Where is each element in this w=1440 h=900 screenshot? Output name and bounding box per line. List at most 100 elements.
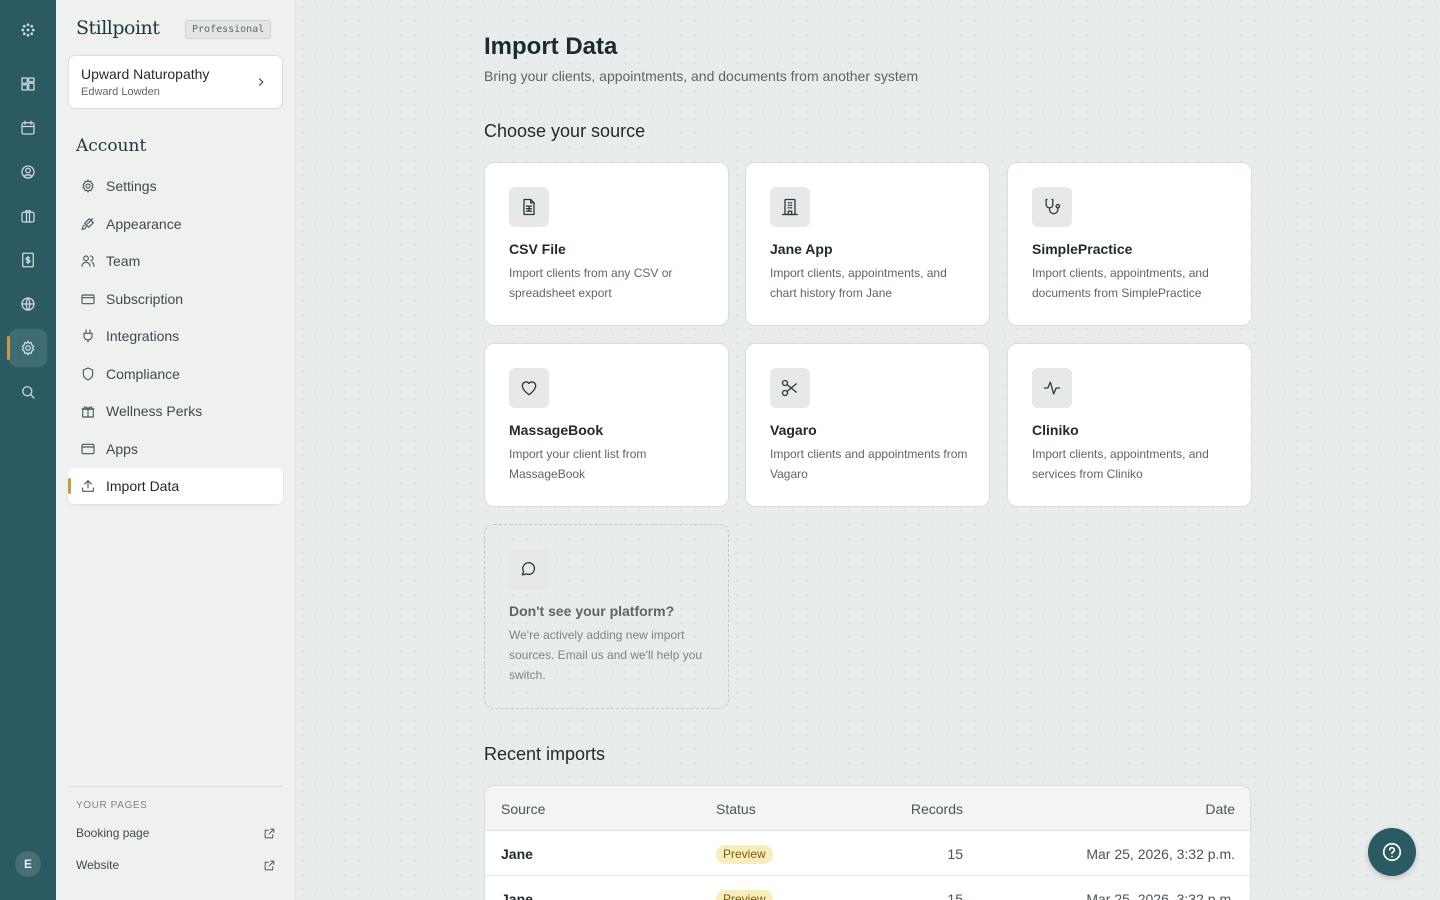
brand-name: Stillpoint: [76, 17, 160, 39]
source-card-massagebook[interactable]: MassageBook Import your client list from…: [484, 343, 729, 507]
source-card-cliniko[interactable]: Cliniko Import clients, appointments, an…: [1007, 343, 1252, 507]
status-badge: Preview: [716, 890, 773, 900]
row-date: Mar 25, 2026, 3:32 p.m.: [1086, 846, 1235, 862]
card-title: Cliniko: [1032, 422, 1079, 438]
upload-icon: [82, 480, 94, 492]
card-description: Import clients and appointments from Vag…: [770, 447, 968, 481]
card-title: Vagaro: [770, 422, 817, 438]
column-header-source: Source: [501, 801, 546, 817]
practice-owner: Edward Lowden: [81, 86, 160, 98]
icon-rail: E: [0, 0, 56, 900]
divider: [68, 786, 283, 787]
calendar-icon[interactable]: [9, 109, 47, 147]
activity-icon: [1032, 368, 1072, 408]
settings-icon[interactable]: [7, 329, 47, 367]
table-header: Source Status Records Date: [485, 786, 1250, 831]
website-link[interactable]: Website: [76, 855, 276, 875]
gear-icon: [82, 179, 94, 193]
column-header-date: Date: [1205, 801, 1235, 817]
search-icon[interactable]: [9, 373, 47, 411]
services-icon[interactable]: [9, 197, 47, 235]
card-description: Import clients from any CSV or spreadshe…: [509, 266, 673, 300]
request-platform-card: Don't see your platform? We're actively …: [484, 524, 729, 709]
card-title: SimplePractice: [1032, 241, 1133, 257]
status-badge: Preview: [716, 845, 773, 864]
external-link-icon: [264, 828, 275, 838]
heart-icon: [509, 368, 549, 408]
building-icon: [770, 187, 810, 227]
billing-icon[interactable]: [9, 241, 47, 279]
dashboard-icon[interactable]: [9, 65, 47, 103]
table-row[interactable]: Jane Preview 15 Mar 25, 2026, 3:32 p.m.: [485, 876, 1250, 900]
row-date: Mar 25, 2026, 3:32 p.m.: [1086, 891, 1235, 900]
nav-item-compliance[interactable]: Compliance: [68, 356, 283, 392]
nav-item-settings[interactable]: Settings: [68, 168, 283, 204]
practice-switcher[interactable]: Upward Naturopathy Edward Lowden: [68, 55, 283, 109]
card-icon: [81, 294, 95, 305]
recent-imports-table: Source Status Records Date Jane Preview …: [484, 785, 1251, 900]
card-description: Import clients, appointments, and chart …: [770, 266, 947, 300]
page-link-label: Booking page: [76, 826, 150, 840]
card-description: Import your client list from MassageBook: [509, 447, 647, 481]
practice-name: Upward Naturopathy: [81, 66, 210, 82]
stethoscope-icon: [1032, 187, 1072, 227]
plug-icon: [83, 329, 93, 343]
source-card-jane[interactable]: Jane App Import clients, appointments, a…: [745, 162, 990, 326]
card-description: Import clients, appointments, and servic…: [1032, 447, 1209, 481]
table-row[interactable]: Jane Preview 15 Mar 25, 2026, 3:32 p.m.: [485, 831, 1250, 876]
row-source: Jane: [501, 846, 533, 862]
main-content: Import Data Bring your clients, appointm…: [296, 0, 1440, 900]
card-description: Import clients, appointments, and docume…: [1032, 266, 1209, 300]
logo-icon[interactable]: [9, 11, 47, 49]
nav-item-wellness-perks[interactable]: Wellness Perks: [68, 393, 283, 429]
choose-source-heading: Choose your source: [484, 121, 646, 141]
nav-item-import-data[interactable]: Import Data: [68, 468, 283, 504]
brush-icon: [81, 218, 94, 230]
page-subtitle: Bring your clients, appointments, and do…: [484, 68, 919, 84]
nav-item-label: Compliance: [106, 366, 180, 382]
recent-imports-heading: Recent imports: [484, 744, 606, 764]
card-title: MassageBook: [509, 422, 604, 438]
help-button[interactable]: [1368, 828, 1416, 876]
nav-item-label: Apps: [106, 441, 138, 457]
source-card-vagaro[interactable]: Vagaro Import clients and appointments f…: [745, 343, 990, 507]
help-icon: [1382, 842, 1402, 862]
booking-page-link[interactable]: Booking page: [76, 823, 276, 843]
page-title: Import Data: [484, 33, 618, 60]
website-icon[interactable]: [9, 285, 47, 323]
card-title: Jane App: [770, 241, 833, 257]
nav-item-label: Subscription: [106, 291, 184, 307]
card-title: CSV File: [509, 241, 566, 257]
nav-item-integrations[interactable]: Integrations: [68, 318, 283, 354]
nav-item-team[interactable]: Team: [68, 243, 283, 279]
source-card-simplepractice[interactable]: SimplePractice Import clients, appointme…: [1007, 162, 1252, 326]
file-icon: [509, 187, 549, 227]
section-title: Account: [76, 136, 147, 156]
plan-badge: Professional: [185, 20, 272, 39]
source-card-csv[interactable]: CSV File Import clients from any CSV or …: [484, 162, 729, 326]
your-pages-label: YOUR PAGES: [76, 800, 148, 811]
nav-item-label: Integrations: [106, 328, 180, 344]
card-title: Don't see your platform?: [509, 603, 675, 619]
chat-icon: [509, 549, 549, 589]
column-header-status: Status: [716, 801, 756, 817]
external-link-icon: [264, 860, 275, 870]
settings-sidebar: Stillpoint Professional Upward Naturopat…: [56, 0, 296, 900]
window-icon: [81, 443, 95, 455]
avatar[interactable]: E: [15, 851, 41, 877]
column-header-records: Records: [910, 801, 963, 817]
nav-item-label: Settings: [106, 178, 157, 194]
nav-item-appearance[interactable]: Appearance: [68, 206, 283, 242]
nav-item-apps[interactable]: Apps: [68, 431, 283, 467]
shield-icon: [82, 367, 94, 381]
nav-item-label: Team: [106, 253, 141, 269]
row-records: 15: [947, 891, 963, 900]
clients-icon[interactable]: [9, 153, 47, 191]
row-source: Jane: [501, 891, 533, 900]
gift-icon: [81, 406, 95, 418]
chevron-right-icon: [254, 75, 268, 89]
team-icon: [81, 255, 95, 267]
scissors-icon: [770, 368, 810, 408]
nav-item-subscription[interactable]: Subscription: [68, 281, 283, 317]
card-description: We're actively adding new import sources…: [509, 628, 703, 682]
